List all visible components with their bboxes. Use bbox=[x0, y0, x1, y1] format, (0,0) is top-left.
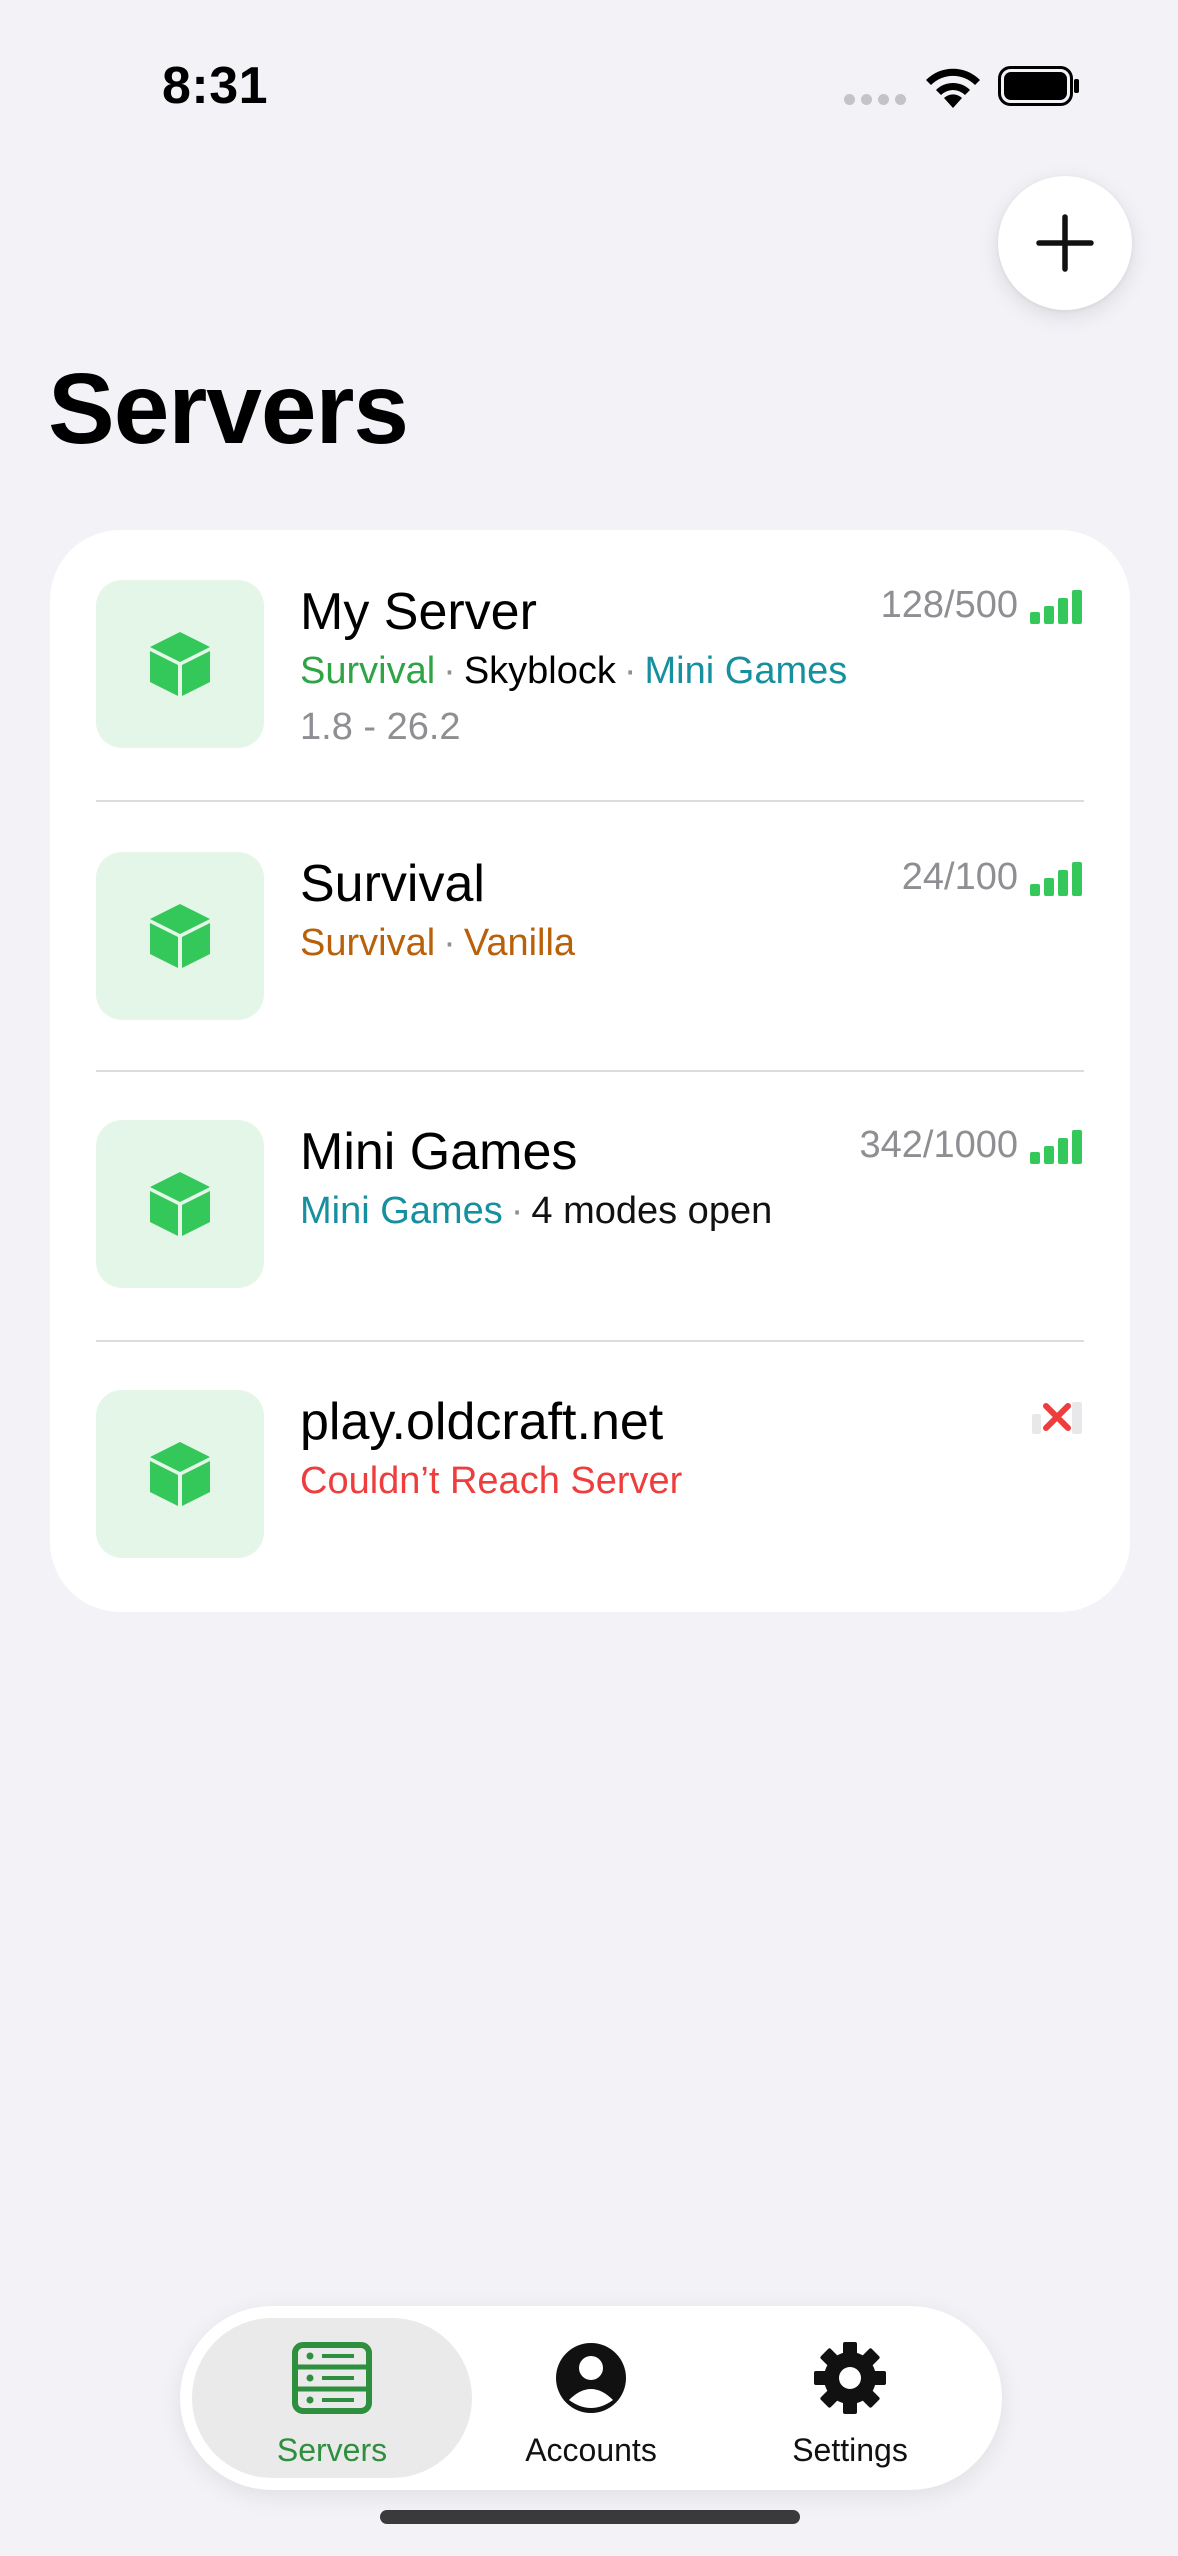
player-count: 342/1000 bbox=[859, 1124, 1019, 1166]
person-circle-icon bbox=[556, 2343, 626, 2413]
server-tags: Mini Games · 4 modes open bbox=[300, 1190, 773, 1232]
tag-vanilla: Vanilla bbox=[463, 922, 576, 964]
tab-bar: Servers Accounts Settings bbox=[180, 2306, 1002, 2490]
signal-strength-icon bbox=[1030, 590, 1082, 624]
server-tags: Survival · Vanilla bbox=[300, 922, 576, 964]
tag-survival: Survival bbox=[300, 650, 436, 692]
server-tags: Survival · Skyblock · Mini Games bbox=[300, 650, 848, 692]
server-cube-icon bbox=[96, 580, 264, 748]
plus-icon bbox=[1036, 214, 1094, 272]
tab-label: Accounts bbox=[525, 2432, 657, 2468]
page-title: Servers bbox=[48, 353, 409, 465]
no-connection-icon bbox=[1032, 1402, 1082, 1434]
tab-servers[interactable]: Servers bbox=[192, 2318, 472, 2478]
status-time: 8:31 bbox=[162, 57, 269, 115]
tab-settings[interactable]: Settings bbox=[710, 2318, 990, 2478]
tag-mini-games: Mini Games bbox=[644, 650, 848, 692]
server-icon bbox=[292, 2342, 372, 2414]
signal-strength-icon bbox=[1030, 1130, 1082, 1164]
home-indicator[interactable] bbox=[380, 2510, 800, 2524]
server-row-mini-games[interactable]: Mini Games 342/1000 Mini Games · 4 modes o… bbox=[50, 1072, 1130, 1342]
cellular-signal-icon bbox=[844, 94, 906, 105]
player-count: 128/500 bbox=[880, 584, 1018, 626]
server-row-oldcraft[interactable]: play.oldcraft.net Couldn’t Reach Server bbox=[50, 1342, 1130, 1612]
player-count: 24/100 bbox=[901, 856, 1018, 898]
server-cube-icon bbox=[96, 1390, 264, 1558]
tag-mini-games: Mini Games bbox=[300, 1190, 503, 1232]
signal-strength-icon bbox=[1030, 862, 1082, 896]
server-cube-icon bbox=[96, 1120, 264, 1288]
gear-icon bbox=[814, 2342, 886, 2414]
server-name: Survival bbox=[300, 855, 485, 913]
server-name: My Server bbox=[300, 583, 537, 641]
status-indicators bbox=[840, 64, 1080, 108]
tab-label: Servers bbox=[276, 2432, 388, 2468]
wifi-icon bbox=[926, 68, 980, 108]
tag-modes-open: 4 modes open bbox=[531, 1190, 773, 1232]
tab-accounts[interactable]: Accounts bbox=[451, 2318, 731, 2478]
tag-survival: Survival bbox=[300, 922, 436, 964]
server-name: Mini Games bbox=[300, 1123, 578, 1181]
battery-icon bbox=[998, 66, 1079, 106]
add-server-button[interactable] bbox=[998, 176, 1132, 310]
server-version: 1.8 - 26.2 bbox=[300, 706, 461, 748]
connection-error: Couldn’t Reach Server bbox=[300, 1460, 683, 1502]
server-row-survival[interactable]: Survival 24/100 Survival · Vanilla bbox=[50, 802, 1130, 1072]
tab-label: Settings bbox=[792, 2432, 908, 2468]
tag-skyblock: Skyblock bbox=[463, 650, 616, 692]
server-name: play.oldcraft.net bbox=[300, 1393, 664, 1451]
server-row-my-server[interactable]: My Server 128/500 Survival · Skyblock · Mini… bbox=[50, 530, 1130, 800]
server-cube-icon bbox=[96, 852, 264, 1020]
server-list: My Server 128/500 Survival · Skyblock · Mini… bbox=[50, 530, 1130, 1612]
